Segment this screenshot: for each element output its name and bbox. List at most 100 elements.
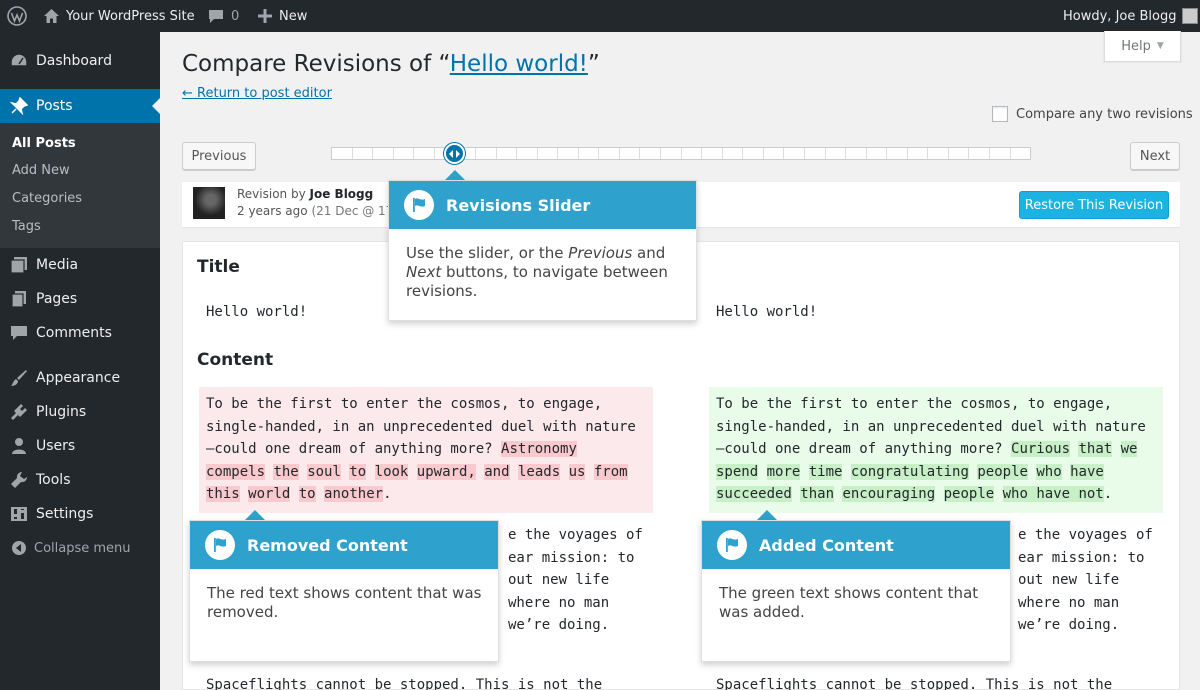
callout-title: Added Content xyxy=(759,535,894,555)
added-word: who have not xyxy=(1002,486,1104,503)
page-title: Compare Revisions of “Hello world!” xyxy=(182,51,600,77)
added-word: spend xyxy=(716,463,759,480)
submenu-tags[interactable]: Tags xyxy=(12,219,41,234)
submenu-all-posts[interactable]: All Posts xyxy=(12,136,76,151)
return-to-editor-link[interactable]: ← Return to post editor xyxy=(182,86,332,101)
slider-tick xyxy=(682,148,703,159)
content-line: succeeded than encouraging people who ha… xyxy=(716,483,1156,506)
slider-tick xyxy=(332,148,353,159)
flag-icon xyxy=(205,530,235,560)
sidebar-item-appearance[interactable]: Appearance xyxy=(0,361,160,395)
content-line: ear mission: to xyxy=(508,549,635,566)
wordpress-logo-icon[interactable] xyxy=(7,0,27,32)
flag-icon xyxy=(404,190,434,220)
comment-bubble-icon xyxy=(208,9,224,24)
compare-two-label: Compare any two revisions xyxy=(1016,106,1193,122)
arrows-left-right-icon xyxy=(449,149,460,158)
collapse-menu-button[interactable]: Collapse menu xyxy=(0,531,160,565)
sidebar-item-posts[interactable]: Posts xyxy=(0,89,160,123)
slider-ticks xyxy=(332,148,1030,159)
previous-button[interactable]: Previous xyxy=(182,142,256,170)
removed-content-callout: Removed Content The red text shows conte… xyxy=(189,520,499,662)
post-title-link[interactable]: Hello world! xyxy=(450,51,588,77)
new-label: New xyxy=(279,8,308,24)
removed-word: to xyxy=(298,486,316,503)
next-button[interactable]: Next xyxy=(1130,142,1180,170)
slider-tick xyxy=(784,148,805,159)
title-suffix: ” xyxy=(587,51,600,77)
revisions-slider[interactable] xyxy=(331,147,1031,160)
added-word: congratulating xyxy=(850,463,969,480)
sidebar-item-settings[interactable]: Settings xyxy=(0,497,160,531)
sidebar-label: Posts xyxy=(36,98,73,114)
paintbrush-icon xyxy=(10,369,28,387)
comments-link[interactable]: 0 xyxy=(208,0,239,32)
new-content-link[interactable]: New xyxy=(258,0,307,32)
compare-two-revisions[interactable]: Compare any two revisions xyxy=(992,106,1193,122)
slider-tick xyxy=(517,148,538,159)
slider-tick xyxy=(579,148,600,159)
user-avatar xyxy=(1182,8,1199,24)
account-menu[interactable]: Howdy, Joe Blogg xyxy=(1063,0,1199,32)
restore-revision-button[interactable]: Restore This Revision xyxy=(1019,191,1169,219)
callout-text: Use the slider, or the xyxy=(406,244,569,262)
content-line: this world to another. xyxy=(206,483,646,506)
slider-tick xyxy=(949,148,970,159)
submenu-categories[interactable]: Categories xyxy=(12,191,82,206)
pages-icon xyxy=(10,290,28,308)
callout-header: Removed Content xyxy=(190,521,498,569)
help-tab[interactable]: Help ▼ xyxy=(1104,31,1181,62)
sidebar-item-comments[interactable]: Comments xyxy=(0,316,160,350)
dashboard-icon xyxy=(10,52,28,70)
compare-two-checkbox[interactable] xyxy=(992,106,1008,122)
added-word: people xyxy=(977,463,1028,480)
added-word: Curious xyxy=(1011,441,1071,458)
sidebar-item-plugins[interactable]: Plugins xyxy=(0,395,160,429)
callout-title: Revisions Slider xyxy=(446,195,591,215)
left-title-text: Hello world! xyxy=(206,304,308,320)
content-line: single-handed, in an unprecedented duel … xyxy=(206,418,636,435)
added-word: we xyxy=(1120,441,1138,458)
slider-tick xyxy=(969,148,990,159)
settings-icon xyxy=(10,505,28,523)
site-name: Your WordPress Site xyxy=(66,8,195,24)
slider-tick xyxy=(743,148,764,159)
content-text: —could one dream of anything more? xyxy=(206,441,502,458)
slider-handle[interactable] xyxy=(444,143,465,164)
slider-tick xyxy=(887,148,908,159)
removed-word: upward, xyxy=(416,463,476,480)
slider-tick xyxy=(620,148,641,159)
added-word: more xyxy=(766,463,801,480)
callout-body: The red text shows content that was remo… xyxy=(207,584,482,621)
added-word: that xyxy=(1078,441,1113,458)
home-icon xyxy=(43,8,60,24)
slider-tick xyxy=(373,148,394,159)
callout-title: Removed Content xyxy=(247,535,408,555)
callout-em: Previous xyxy=(568,244,633,262)
howdy-text: Howdy, Joe Blogg xyxy=(1063,8,1177,24)
right-title-text: Hello world! xyxy=(716,304,818,320)
plus-icon xyxy=(258,9,272,23)
callout-text: and xyxy=(632,244,666,262)
site-name-link[interactable]: Your WordPress Site xyxy=(43,0,195,32)
comments-count: 0 xyxy=(231,8,240,24)
callout-text: buttons, to navigate between revisions. xyxy=(406,263,668,300)
sidebar-item-media[interactable]: Media xyxy=(0,248,160,282)
callout-em: Next xyxy=(406,263,442,281)
added-word: have xyxy=(1070,463,1104,480)
removed-word: this xyxy=(206,486,240,503)
removed-content-block: To be the first to enter the cosmos, to … xyxy=(199,387,653,513)
removed-word: us xyxy=(568,463,586,480)
content-line: single-handed, in an unprecedented duel … xyxy=(716,418,1146,435)
flag-icon xyxy=(717,530,747,560)
submenu-add-new[interactable]: Add New xyxy=(12,163,70,178)
sidebar-item-dashboard[interactable]: Dashboard xyxy=(0,44,160,78)
sidebar-item-pages[interactable]: Pages xyxy=(0,282,160,316)
slider-tick xyxy=(928,148,949,159)
sidebar-item-tools[interactable]: Tools xyxy=(0,463,160,497)
sidebar-item-users[interactable]: Users xyxy=(0,429,160,463)
removed-word: compels xyxy=(206,463,266,480)
slider-tick xyxy=(661,148,682,159)
slider-tick xyxy=(867,148,888,159)
sidebar-label: Pages xyxy=(36,291,78,307)
